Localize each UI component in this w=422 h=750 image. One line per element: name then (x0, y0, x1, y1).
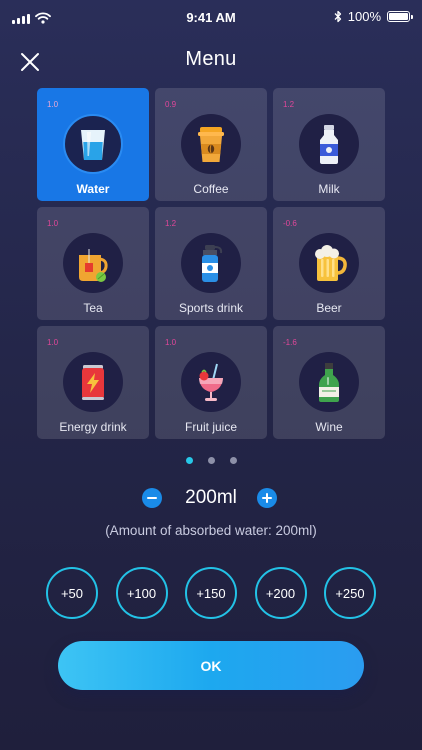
drink-label: Tea (83, 301, 103, 315)
hydration-factor: 1.0 (47, 338, 59, 347)
amount-stepper: 200ml (0, 486, 422, 510)
drink-label: Sports drink (178, 301, 244, 315)
hydration-factor: 1.0 (165, 338, 177, 347)
ok-button[interactable]: OK (58, 641, 364, 690)
quick-add-200-button[interactable]: +200 (254, 567, 307, 619)
drink-label: Fruit juice (184, 420, 237, 434)
battery-percentage: 100% (347, 9, 381, 24)
drink-icon-badge (299, 114, 359, 174)
hydration-factor: 1.0 (47, 100, 59, 109)
tea-cup-icon (79, 249, 108, 282)
increase-amount-button[interactable] (257, 488, 277, 508)
page-dot-2[interactable] (207, 457, 215, 464)
drink-tile-milk[interactable]: 1.2 Milk (273, 88, 385, 201)
drink-tile-beer[interactable]: -0.6 Beer (273, 207, 385, 320)
drink-icon-badge (63, 114, 123, 174)
drink-label: Beer (316, 301, 342, 315)
header: Menu (0, 40, 422, 80)
drink-icon-badge (181, 352, 241, 412)
hydration-factor: 1.0 (47, 219, 59, 228)
hydration-factor: -1.6 (283, 338, 297, 347)
page-indicator (0, 457, 422, 464)
hydration-factor: 0.9 (165, 100, 177, 109)
quick-add-row: +50 +100 +150 +200 +250 (46, 567, 376, 619)
drink-label: Water (76, 182, 110, 196)
absorbed-water-text: (Amount of absorbed water: 200ml) (105, 523, 317, 538)
drink-label: Coffee (193, 182, 229, 196)
status-right: 100% (334, 9, 413, 24)
page-title: Menu (185, 48, 237, 70)
hydration-factor: -0.6 (283, 219, 297, 228)
wine-bottle-icon (319, 363, 339, 402)
hydration-factor: 1.2 (165, 219, 177, 228)
page-dot-1[interactable] (185, 457, 193, 464)
drink-tile-tea[interactable]: 1.0 Tea (37, 207, 149, 320)
status-bar: 9:41 AM 100% (0, 0, 422, 34)
drink-icon-badge (181, 233, 241, 293)
drink-tile-fruit-juice[interactable]: 1.0 Fruit juice (155, 326, 267, 439)
drink-icon-badge (299, 233, 359, 293)
milk-bottle-icon (320, 125, 338, 164)
page-dot-3[interactable] (229, 457, 237, 464)
energy-can-icon (82, 365, 104, 400)
sports-bottle-icon (202, 245, 223, 282)
hydration-factor: 1.2 (283, 100, 295, 109)
drink-grid: 1.0 Water 0.9 Coffee 1.2 Milk 1.0 Tea 1.… (37, 88, 386, 439)
drink-icon-badge (299, 352, 359, 412)
drink-label: Energy drink (59, 420, 127, 434)
drink-tile-wine[interactable]: -1.6 Wine (273, 326, 385, 439)
drink-icon-badge (181, 114, 241, 174)
beer-mug-icon (315, 245, 347, 281)
drink-label: Wine (315, 420, 343, 434)
drink-tile-water[interactable]: 1.0 Water (37, 88, 149, 201)
fruit-juice-icon (199, 363, 223, 401)
drink-icon-badge (63, 233, 123, 293)
water-glass-icon (81, 130, 105, 160)
drink-icon-badge (63, 352, 123, 412)
drink-tile-coffee[interactable]: 0.9 Coffee (155, 88, 267, 201)
drink-label: Milk (318, 182, 340, 196)
drink-tile-sports-drink[interactable]: 1.2 Sports drink (155, 207, 267, 320)
bluetooth-icon (334, 10, 341, 23)
amount-value: 200ml (185, 487, 237, 508)
quick-add-50-button[interactable]: +50 (46, 567, 98, 619)
quick-add-250-button[interactable]: +250 (324, 567, 376, 619)
battery-icon (387, 11, 413, 22)
quick-add-100-button[interactable]: +100 (115, 567, 168, 619)
coffee-cup-icon (198, 127, 224, 162)
drink-tile-energy-drink[interactable]: 1.0 Energy drink (37, 326, 149, 439)
quick-add-150-button[interactable]: +150 (185, 567, 237, 619)
